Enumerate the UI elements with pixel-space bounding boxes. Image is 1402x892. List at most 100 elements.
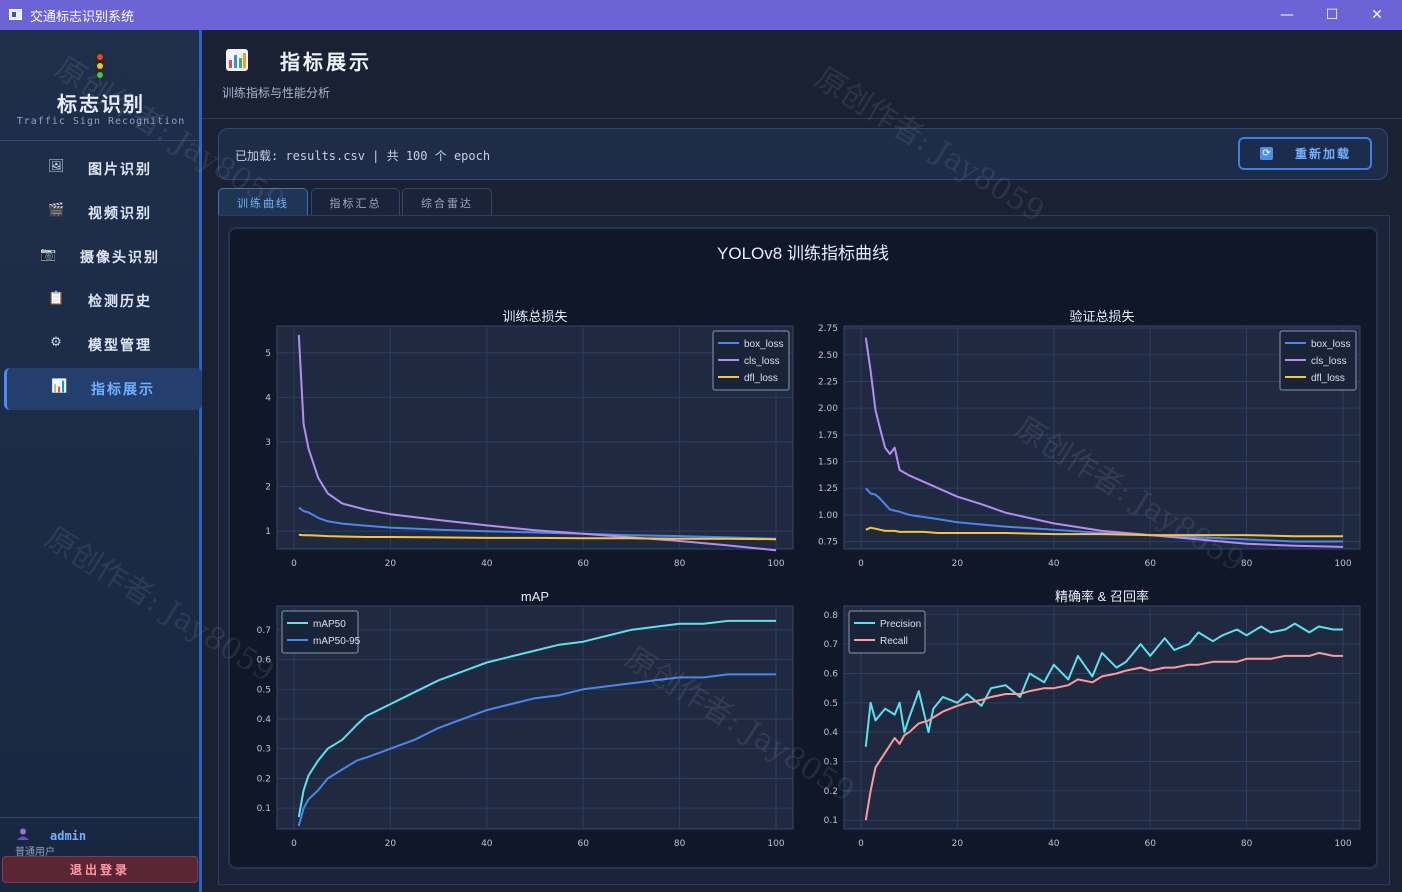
sidebar: 标志识别 Traffic Sign Recognition 🖼 图片识别 🎬 视… (0, 30, 202, 892)
x-tick-label: 0 (858, 839, 864, 849)
x-tick-label: 80 (1241, 559, 1253, 569)
y-tick-label: 0.3 (257, 745, 271, 755)
legend-label: box_loss (744, 339, 783, 350)
x-tick-label: 20 (952, 559, 964, 569)
legend-label: cls_loss (1311, 356, 1347, 367)
chart-icon (226, 49, 248, 71)
maximize-button[interactable]: ☐ (1318, 4, 1346, 26)
x-tick-label: 60 (577, 559, 589, 569)
app-icon (9, 9, 22, 20)
figure-title: YOLOv8 训练指标曲线 (717, 244, 889, 263)
y-tick-label: 2.50 (818, 351, 838, 361)
y-tick-label: 2.75 (818, 324, 838, 334)
tab-radar[interactable]: 综合雷达 (402, 188, 492, 215)
y-tick-label: 1.75 (818, 431, 838, 441)
x-tick-label: 100 (767, 839, 784, 849)
y-tick-label: 3 (265, 438, 271, 448)
y-tick-label: 0.6 (824, 669, 839, 679)
legend-label: box_loss (1311, 339, 1350, 350)
y-tick-label: 5 (265, 349, 271, 359)
x-tick-label: 0 (291, 839, 297, 849)
page-title: 指标展示 (280, 50, 372, 74)
subplot-2: 验证总损失 0 20 40 60 80 100 0.75 1.00 1.25 1.50 1.75 2.0… (818, 309, 1361, 569)
sidebar-item-camera-recognition[interactable]: 📷 摄像头识别 (4, 236, 199, 278)
tab-training-curves[interactable]: 训练曲线 (218, 188, 308, 215)
logout-button[interactable]: 退出登录 (2, 856, 198, 883)
window-title: 交通标志识别系统 (30, 10, 135, 25)
subplot-title: 训练总损失 (502, 309, 567, 324)
y-tick-label: 0.2 (257, 774, 271, 784)
subplot-4: 精确率 & 召回率 0 20 40 60 80 100 0.1 0.2 0.3 0.4 0.5 0.6 0… (824, 589, 1361, 849)
legend: box_loss cls_loss dfl_loss (712, 330, 790, 391)
sidebar-divider (0, 140, 199, 141)
gear-icon: ⚙ (50, 335, 62, 350)
x-tick-label: 60 (1144, 559, 1156, 569)
legend: mAP50 mAP50-95 (281, 610, 361, 654)
y-tick-label: 0.7 (824, 640, 838, 650)
brand-subtitle: Traffic Sign Recognition (16, 116, 186, 127)
loaded-file-info: 已加载: results.csv | 共 100 个 epoch (235, 149, 491, 163)
y-tick-label: 1.00 (818, 511, 838, 521)
legend-label: cls_loss (744, 356, 780, 367)
sidebar-item-label: 指标展示 (91, 382, 155, 398)
y-tick-label: 1.50 (818, 458, 838, 468)
y-tick-label: 0.8 (824, 611, 839, 621)
sidebar-item-model-management[interactable]: ⚙ 模型管理 (4, 324, 199, 366)
y-tick-label: 0.3 (824, 758, 838, 768)
x-tick-label: 40 (481, 559, 493, 569)
subplot-title: 验证总损失 (1069, 309, 1134, 324)
legend-label: mAP50 (313, 619, 346, 630)
y-tick-label: 2 (265, 483, 271, 493)
file-info-bar: 已加载: results.csv | 共 100 个 epoch ⟳ 重新加载 (218, 128, 1388, 180)
camera-icon: 📷 (40, 247, 57, 262)
username: admin (50, 829, 87, 843)
tab-label: 指标汇总 (329, 197, 382, 210)
refresh-icon: ⟳ (1260, 147, 1273, 160)
legend-label: Precision (880, 619, 921, 630)
traffic-light-icon (95, 51, 105, 81)
x-tick-label: 80 (1241, 839, 1253, 849)
subplot-3: mAP 0 20 40 60 80 100 0.1 0.2 0.3 0.4 0.5 0.6 0.7 mAP5… (257, 589, 794, 849)
sidebar-item-label: 模型管理 (88, 338, 152, 354)
minimize-button[interactable]: — (1273, 4, 1301, 26)
tab-label: 综合雷达 (421, 197, 473, 210)
x-tick-label: 80 (674, 559, 686, 569)
clipboard-icon: 📋 (48, 291, 65, 306)
sidebar-item-video-recognition[interactable]: 🎬 视频识别 (4, 192, 199, 234)
sidebar-item-metrics[interactable]: 📊 指标展示 (4, 368, 202, 410)
close-button[interactable]: ✕ (1363, 4, 1391, 26)
sidebar-item-detection-history[interactable]: 📋 检测历史 (4, 280, 199, 322)
y-tick-label: 0.7 (257, 626, 271, 636)
clapper-icon: 🎬 (48, 203, 65, 218)
header-divider (202, 118, 1402, 119)
sidebar-item-label: 检测历史 (88, 294, 152, 310)
y-tick-label: 0.4 (824, 728, 839, 738)
chart-icon: 📊 (51, 379, 68, 394)
x-tick-label: 60 (577, 839, 589, 849)
x-tick-label: 40 (1048, 839, 1060, 849)
y-tick-label: 0.1 (257, 804, 271, 814)
subplot-title: 精确率 & 召回率 (1055, 589, 1149, 604)
subplot-title: mAP (521, 589, 549, 604)
legend-label: dfl_loss (744, 373, 778, 384)
y-tick-label: 4 (265, 393, 271, 403)
tab-metrics-summary[interactable]: 指标汇总 (311, 188, 400, 215)
y-tick-label: 0.5 (824, 699, 838, 709)
window-titlebar: 交通标志识别系统 — ☐ ✕ (0, 0, 1402, 30)
x-tick-label: 0 (858, 559, 864, 569)
y-tick-label: 1.25 (818, 484, 838, 494)
x-tick-label: 80 (674, 839, 686, 849)
sidebar-item-image-recognition[interactable]: 🖼 图片识别 (4, 148, 199, 190)
chart-canvas: YOLOv8 训练指标曲线 训练总损失 0 20 40 60 80 100 1 2 3 4 5 box_l… (228, 227, 1378, 869)
reload-button[interactable]: ⟳ 重新加载 (1238, 137, 1372, 170)
user-divider (0, 817, 199, 818)
x-tick-label: 40 (1048, 559, 1060, 569)
y-tick-label: 0.1 (824, 816, 838, 826)
y-tick-label: 2.00 (818, 404, 838, 414)
reload-label: 重新加载 (1295, 147, 1352, 161)
sidebar-item-label: 图片识别 (88, 162, 152, 178)
x-tick-label: 20 (952, 839, 964, 849)
image-icon: 🖼 (48, 159, 65, 174)
x-tick-label: 100 (1334, 839, 1351, 849)
x-tick-label: 100 (767, 559, 784, 569)
